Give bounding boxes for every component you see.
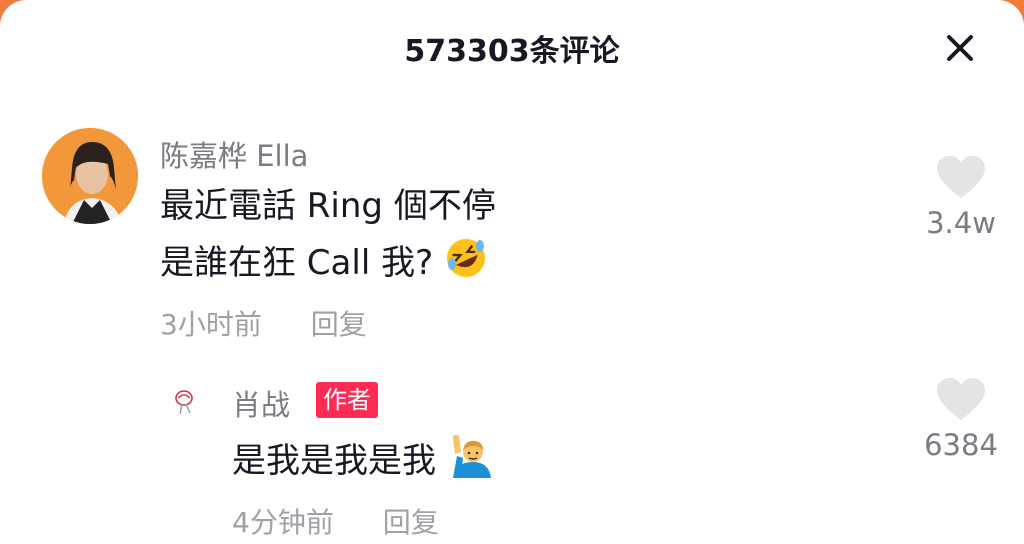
comment-username[interactable]: 陈嘉桦 Ella [160, 133, 308, 175]
reply-like-count: 6384 [924, 428, 998, 462]
heart-icon [937, 378, 985, 420]
comment-meta: 3小时前 回复 [160, 303, 367, 343]
reply-like-button[interactable]: 6384 [906, 376, 1016, 462]
reply-avatar[interactable] [166, 382, 202, 418]
comment-sheet: 573303条评论 陈嘉桦 Ella 最近電話 Ring 個不停 是誰在狂 Ca… [0, 0, 1024, 544]
comment-text-line-2-text: 是誰在狂 Call 我? [160, 243, 434, 283]
reply-text-content: 是我是我是我 [232, 441, 436, 481]
rolling-on-floor-laughing-icon [444, 236, 488, 291]
person-raising-hand-icon [447, 432, 493, 489]
reply-timestamp: 4分钟前 [232, 506, 334, 539]
reply-meta: 4分钟前 回复 [232, 501, 439, 541]
reply-text: 是我是我是我 [232, 432, 493, 489]
comment-timestamp: 3小时前 [160, 308, 262, 341]
avatar[interactable] [42, 128, 138, 224]
comment-item: 陈嘉桦 Ella 最近電話 Ring 個不停 是誰在狂 Call 我? 3小时前… [0, 0, 1024, 544]
reply-username[interactable]: 肖战 [232, 382, 290, 424]
author-badge: 作者 [316, 382, 378, 418]
reply-button[interactable]: 回复 [311, 308, 367, 341]
heart-icon [937, 156, 985, 198]
rose-sketch-icon [175, 390, 193, 415]
user-portrait-icon [42, 128, 138, 224]
comment-text-line-2: 是誰在狂 Call 我? [160, 236, 488, 291]
comment-text-line-1: 最近電話 Ring 個不停 [160, 186, 496, 226]
like-count: 3.4w [926, 206, 996, 240]
like-button[interactable]: 3.4w [906, 154, 1016, 240]
reply-to-reply-button[interactable]: 回复 [383, 506, 439, 539]
